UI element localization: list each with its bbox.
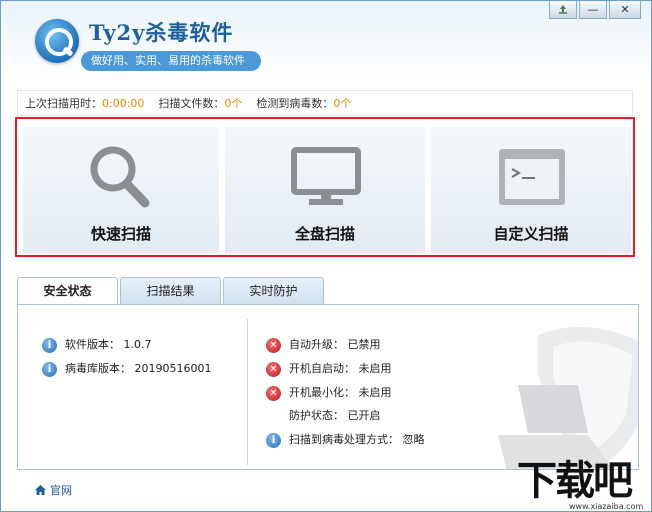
custom-scan-label: 自定义扫描	[493, 225, 569, 243]
start-minimized-text: 开机最小化： 未启用	[289, 386, 392, 399]
minimize-button[interactable]: —	[579, 1, 607, 19]
terminal-icon	[499, 149, 565, 205]
error-icon: ✕	[266, 385, 281, 401]
full-scan-button[interactable]: 全盘扫描	[225, 127, 425, 253]
info-icon: i	[42, 361, 57, 377]
close-icon: ✕	[620, 3, 630, 16]
virus-action-row: i 扫描到病毒处理方式： 忽略	[266, 431, 425, 449]
software-version-row: i 软件版本： 1.0.7	[42, 336, 152, 354]
auto-start-row: ✕ 开机自启动： 未启用	[266, 360, 392, 378]
watermark-logo: 下载吧 www.xiazaiba.com	[517, 458, 649, 511]
close-button[interactable]: ✕	[609, 1, 641, 19]
quick-scan-button[interactable]: 快速扫描	[23, 127, 219, 253]
monitor-icon	[291, 147, 361, 205]
official-site-link[interactable]: 官网	[35, 482, 72, 498]
main-window: Ty2y杀毒软件 做好用、实用、易用的杀毒软件 — ✕ 上次扫描用时：0:00:…	[0, 0, 652, 512]
tab-scan-results[interactable]: 扫描结果	[120, 277, 221, 304]
files-label: 扫描文件数：	[158, 97, 225, 110]
full-scan-label: 全盘扫描	[294, 225, 355, 243]
scan-options-area: 快速扫描 全盘扫描 自定义扫描	[15, 117, 635, 257]
app-title: Ty2y杀毒软件	[89, 20, 234, 45]
virus-value: 0个	[333, 97, 352, 110]
virus-db-version-row: i 病毒库版本： 20190516001	[42, 360, 211, 378]
error-icon: ✕	[266, 337, 281, 353]
virus-label: 检测到病毒数：	[256, 97, 334, 110]
protection-status-text: 防护状态： 已开启	[289, 409, 381, 422]
watermark-url: www.xiazaiba.com	[569, 502, 644, 511]
auto-update-row: ✕ 自动升级： 已禁用	[266, 336, 381, 354]
custom-scan-button[interactable]: 自定义扫描	[431, 127, 631, 253]
divider	[247, 319, 248, 465]
auto-start-text: 开机自启动： 未启用	[289, 362, 392, 375]
virus-action-text: 扫描到病毒处理方式： 忽略	[289, 433, 425, 446]
last-scan-label: 上次扫描用时：	[25, 97, 102, 110]
shield-laptop-icon	[498, 327, 638, 469]
quick-scan-label: 快速扫描	[90, 225, 151, 243]
info-icon: i	[266, 432, 281, 448]
magnifier-icon	[90, 146, 150, 208]
tab-bar: 安全状态 扫描结果 实时防护	[17, 277, 324, 305]
window-controls: — ✕	[549, 1, 641, 19]
app-slogan: 做好用、实用、易用的杀毒软件	[81, 51, 261, 71]
tab-security-status[interactable]: 安全状态	[17, 277, 118, 305]
recycle-icon	[559, 4, 567, 14]
tab-realtime-protection[interactable]: 实时防护	[223, 277, 324, 304]
error-icon: ✕	[266, 361, 281, 377]
recycle-button[interactable]	[549, 1, 577, 19]
home-icon	[35, 485, 46, 495]
start-minimized-row: ✕ 开机最小化： 未启用	[266, 384, 392, 402]
security-status-panel: i 软件版本： 1.0.7 i 病毒库版本： 20190516001 ✕ 自动升…	[17, 304, 639, 470]
files-value: 0个	[224, 97, 243, 110]
info-icon: i	[42, 337, 57, 353]
official-site-label: 官网	[50, 484, 72, 497]
last-scan-value: 0:00:00	[102, 97, 145, 110]
scan-stats-bar: 上次扫描用时：0:00:00 扫描文件数：0个 检测到病毒数：0个	[17, 90, 633, 116]
minimize-icon: —	[587, 3, 599, 16]
virus-db-version-text: 病毒库版本： 20190516001	[65, 362, 212, 375]
auto-update-text: 自动升级： 已禁用	[289, 338, 381, 351]
watermark-text: 下载吧	[517, 458, 633, 504]
software-version-text: 软件版本： 1.0.7	[65, 338, 152, 351]
protection-status-row: 防护状态： 已开启	[266, 407, 381, 425]
app-logo-icon	[35, 19, 79, 63]
